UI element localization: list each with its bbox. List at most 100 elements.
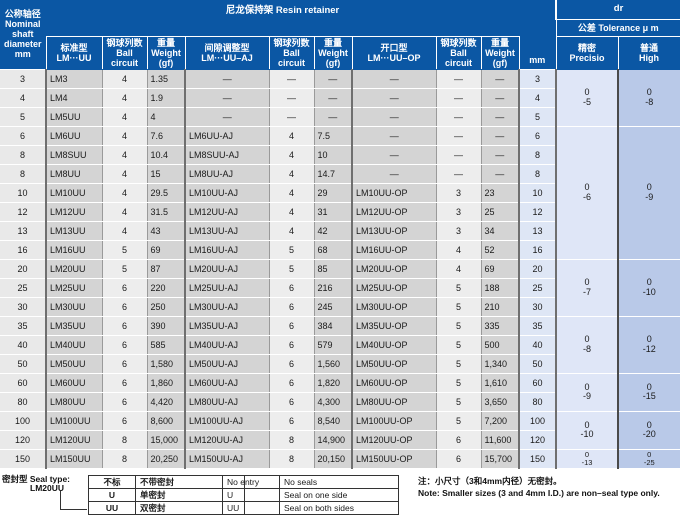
cell-standard-weight: 1.9 (147, 87, 186, 108)
cell-mm: 20 (518, 258, 558, 279)
cell-tolerance-high: 0 -15 (618, 372, 680, 412)
cell-nominal-diameter: 120 (0, 429, 47, 450)
weight-en2-2: (gf) (325, 57, 341, 68)
cell-mm: 30 (518, 296, 558, 317)
cell-standard-weight: 220 (147, 277, 186, 298)
ball-en1-3: Ball (450, 47, 467, 58)
mm-header-spacer: mm (519, 0, 557, 70)
cell-standard-weight: 10.4 (147, 144, 186, 165)
cell-tolerance-precision: 0 -10 (556, 410, 620, 450)
cell-mm: 50 (518, 353, 558, 374)
cell-mm: 4 (518, 87, 558, 108)
cell-tolerance-high: 0 -9 (618, 125, 680, 260)
col-header-ball-circuit-op: 钢球列数 Ball circuit (435, 35, 482, 70)
cell-adjustable-ball-circuit: 5 (269, 239, 315, 260)
nominal-header-line-2: Nominal (4, 19, 41, 30)
cell-standard-weight: 15 (147, 163, 186, 184)
cell-nominal-diameter: 60 (0, 372, 47, 393)
cell-mm: 16 (518, 239, 558, 260)
cell-open-ball-circuit: 6 (436, 429, 482, 450)
col-header-standard-type: 标准型 LM···UU (45, 35, 103, 70)
cell-open-model: — (352, 68, 437, 89)
col-header-ball-circuit-aj: 钢球列数 Ball circuit (268, 35, 315, 70)
cell-nominal-diameter: 4 (0, 87, 47, 108)
cell-standard-model: LM12UU (46, 201, 103, 222)
col-header-weight-op: 重量 Weight (gf) (480, 35, 520, 70)
cell-open-ball-circuit: 4 (436, 258, 482, 279)
cell-open-model: LM12UU-OP (352, 201, 437, 222)
cell-adjustable-weight: 8,540 (314, 410, 353, 431)
weight-cn-3: 重量 (491, 37, 510, 48)
weight-en1-1: Weight (151, 47, 181, 58)
cell-standard-model: LM13UU (46, 220, 103, 241)
tolerance-band-label: 公差 Tolerance μ m (555, 18, 680, 36)
col-header-adjustable-type: 间隙调整型 LM···UU–AJ (184, 35, 270, 70)
cell-open-ball-circuit: 3 (436, 201, 482, 222)
cell-open-model: — (352, 163, 437, 184)
cell-standard-weight: 4,420 (147, 391, 186, 412)
cell-nominal-diameter: 50 (0, 353, 47, 374)
col-header-aj-en: LM···UU–AJ (201, 52, 253, 63)
cell-open-ball-circuit: — (436, 106, 482, 127)
legend-en-value: No seals (279, 474, 399, 489)
cell-standard-model: LM5UU (46, 106, 103, 127)
cell-nominal-diameter: 8 (0, 163, 47, 184)
cell-mm: 35 (518, 315, 558, 336)
cell-adjustable-ball-circuit: 4 (269, 163, 315, 184)
cell-nominal-diameter: 8 (0, 144, 47, 165)
table-row: 60 LM60UU 6 1,860 LM60UU-AJ 6 1,820 LM60UU-OP 5 1… (0, 372, 680, 412)
cell-open-weight: 210 (481, 296, 521, 317)
cell-adjustable-ball-circuit: 6 (269, 296, 315, 317)
table-row: 35 LM35UU 6 390 LM35UU-AJ 6 384 LM35UU-OP 5 335 35… (0, 315, 680, 374)
cell-open-weight: 335 (481, 315, 521, 336)
cell-adjustable-ball-circuit: — (269, 106, 315, 127)
cell-adjustable-ball-circuit: — (269, 68, 315, 89)
cell-adjustable-weight: 10 (314, 144, 353, 165)
nominal-header-line-5: mm (14, 49, 31, 60)
cell-tolerance-precision: 0 -6 (556, 125, 620, 260)
cell-standard-weight: 69 (147, 239, 186, 260)
cell-standard-ball-circuit: 5 (102, 258, 148, 279)
cell-adjustable-model: LM120UU-AJ (185, 429, 270, 450)
cell-open-model: — (352, 144, 437, 165)
cell-standard-weight: 1,860 (147, 372, 186, 393)
cell-open-weight: — (481, 163, 521, 184)
cell-nominal-diameter: 80 (0, 391, 47, 412)
cell-adjustable-weight: 42 (314, 220, 353, 241)
cell-mm: 100 (518, 410, 558, 431)
cell-open-model: LM25UU-OP (352, 277, 437, 298)
legend-en-key: U (222, 487, 280, 502)
cell-open-ball-circuit: 3 (436, 182, 482, 203)
legend-en-key: No entry (222, 474, 280, 489)
cell-adjustable-model: LM13UU-AJ (185, 220, 270, 241)
table-row: 100 LM100UU 6 8,600 LM100UU-AJ 6 8,540 LM100UU-… (0, 410, 680, 450)
legend-en-key: UU (222, 500, 280, 515)
ball-cn-2: 钢球列数 (273, 37, 310, 48)
col-header-weight-std: 重量 Weight (gf) (146, 35, 186, 70)
cell-adjustable-weight: — (314, 68, 353, 89)
cell-open-ball-circuit: — (436, 144, 482, 165)
cell-standard-ball-circuit: 6 (102, 315, 148, 336)
footnote-cn: 注：小尺寸（3和4mm内径）无密封。 (418, 475, 562, 486)
cell-tolerance-high: 0 -10 (618, 258, 680, 317)
cell-standard-weight: 4 (147, 106, 186, 127)
cell-open-ball-circuit: 5 (436, 353, 482, 374)
ball-en2-2: circuit (277, 57, 305, 68)
cell-standard-weight: 585 (147, 334, 186, 355)
cell-mm: 40 (518, 334, 558, 355)
cell-adjustable-weight: 20,150 (314, 448, 353, 469)
cell-open-weight: 25 (481, 201, 521, 222)
precision-en: Precisio (569, 52, 605, 63)
cell-adjustable-model: — (185, 68, 270, 89)
header-title-row: 公称轴径 Nominal shaft diameter mm 尼龙保持架 Resin r… (0, 0, 680, 70)
cell-open-weight: 34 (481, 220, 521, 241)
ball-en2-1: circuit (110, 57, 138, 68)
cell-standard-model: LM120UU (46, 429, 103, 450)
cell-nominal-diameter: 3 (0, 68, 47, 89)
cell-standard-weight: 250 (147, 296, 186, 317)
cell-open-weight: — (481, 144, 521, 165)
cell-adjustable-weight: 7.5 (314, 125, 353, 146)
cell-open-weight: — (481, 68, 521, 89)
cell-open-weight: 11,600 (481, 429, 521, 450)
header-tolerance-row: 公差 Tolerance μ m (0, 18, 680, 36)
